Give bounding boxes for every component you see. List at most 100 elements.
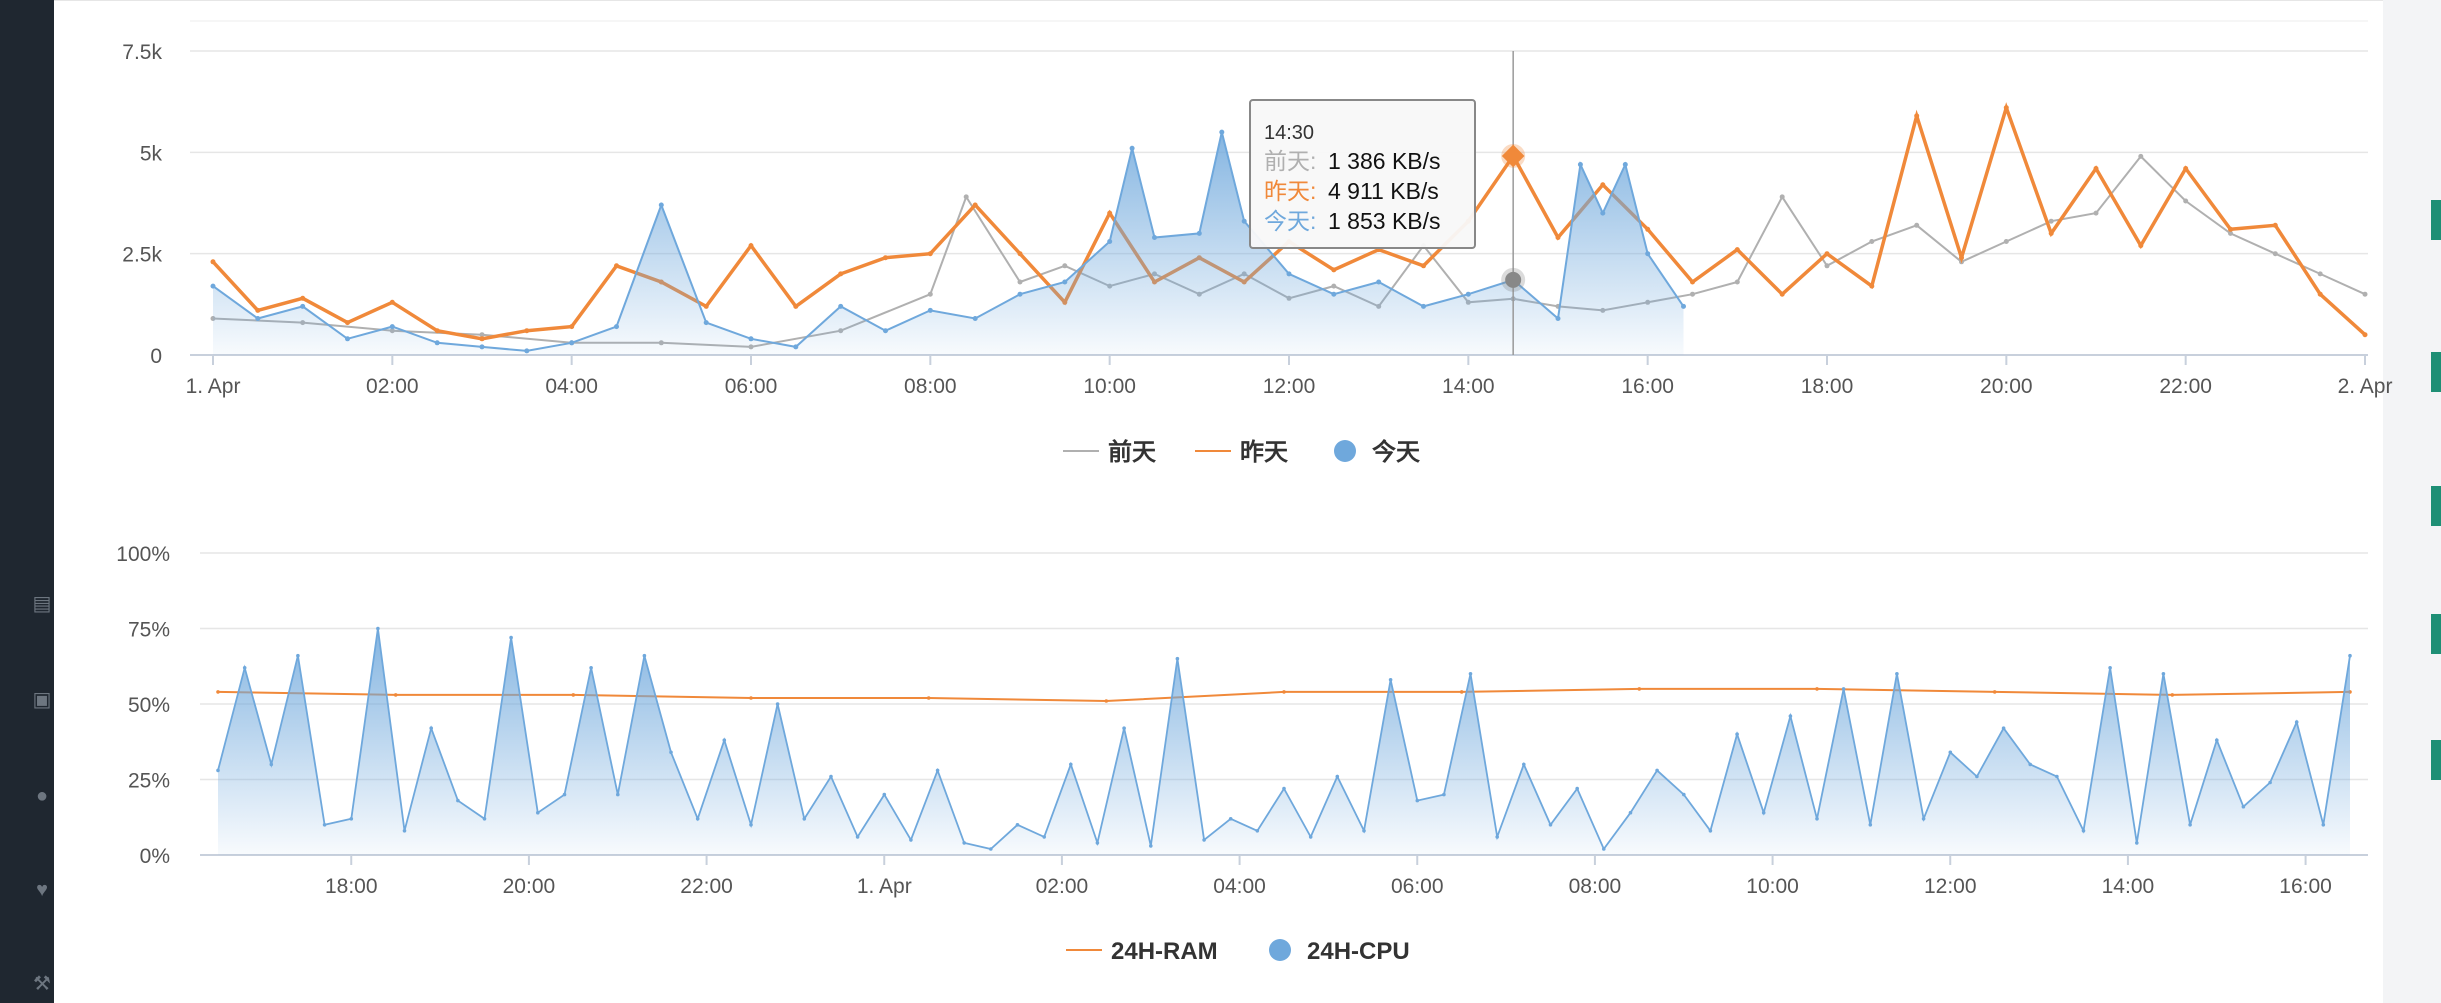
y-tick-label: 7.5k — [122, 41, 162, 64]
x-tick-label: 20:00 — [1980, 375, 2033, 398]
data-point — [2241, 804, 2246, 809]
data-point — [1017, 251, 1023, 257]
data-point — [793, 303, 799, 309]
data-point — [2317, 271, 2323, 277]
money-icon[interactable]: ▣ — [30, 688, 54, 712]
data-point — [1331, 283, 1337, 289]
y-tick-label: 0 — [150, 345, 162, 368]
data-point — [1959, 255, 1964, 261]
legend-item[interactable]: 今天 — [1334, 438, 1420, 466]
credit-card-icon[interactable]: ▤ — [30, 592, 54, 616]
chat-icon[interactable]: ● — [30, 784, 54, 808]
data-point — [1107, 210, 1113, 216]
legend: 前天 昨天 今天 — [1063, 438, 1420, 466]
data-point — [1017, 291, 1023, 297]
heart-icon[interactable]: ♥ — [30, 878, 54, 902]
legend-label: 24H-RAM — [1111, 938, 1218, 965]
data-point — [1129, 145, 1135, 151]
data-point — [571, 693, 576, 697]
data-point — [1577, 162, 1583, 167]
data-point — [2272, 251, 2278, 257]
data-point — [883, 255, 888, 261]
data-point — [1824, 263, 1830, 269]
data-point — [242, 666, 247, 670]
data-point — [1459, 690, 1464, 694]
data-point — [300, 303, 306, 309]
data-point — [2188, 823, 2192, 827]
y-tick-label: 75% — [128, 619, 170, 642]
data-point — [1104, 699, 1109, 703]
data-point — [2028, 762, 2032, 767]
x-tick-label: 06:00 — [725, 375, 778, 398]
data-point — [1869, 239, 1875, 244]
x-tick-label: 04:00 — [545, 375, 598, 398]
data-point — [589, 666, 593, 670]
data-point — [1122, 726, 1126, 730]
data-point — [909, 838, 913, 842]
legend-item[interactable]: 前天 — [1063, 438, 1156, 466]
legend-label: 今天 — [1372, 438, 1420, 466]
data-point — [642, 653, 647, 658]
data-point — [2362, 332, 2368, 338]
x-tick-label: 2. Apr — [2338, 375, 2393, 398]
data-point — [1421, 263, 1426, 269]
tooltip-series-name: 昨天 — [1264, 178, 1310, 204]
data-point — [2093, 210, 2099, 216]
data-point — [1241, 218, 1247, 224]
data-point — [1421, 303, 1426, 309]
x-tick-label: 08:00 — [1569, 875, 1622, 898]
data-point — [524, 348, 530, 354]
data-point — [1331, 267, 1337, 273]
data-point — [2108, 666, 2112, 670]
x-tick-label: 16:00 — [2279, 875, 2332, 898]
legend-label: 昨天 — [1240, 438, 1288, 466]
data-point — [2135, 841, 2139, 845]
data-point — [393, 693, 398, 697]
data-point — [2348, 653, 2352, 658]
data-point — [1202, 838, 1206, 842]
legend-symbol — [1269, 939, 1291, 961]
data-point — [1308, 835, 1313, 839]
legend-item[interactable]: 昨天 — [1195, 438, 1288, 466]
data-point — [1761, 810, 1766, 815]
data-point — [2215, 738, 2219, 742]
data-point — [1495, 835, 1499, 839]
app-sidebar — [0, 0, 54, 1003]
data-point — [2138, 153, 2144, 159]
data-point — [255, 307, 261, 313]
data-point — [1975, 774, 1979, 779]
tooltip-value: 1 386 KB/s — [1328, 148, 1441, 174]
data-point — [2003, 105, 2009, 111]
data-point — [1042, 835, 1046, 839]
data-point — [479, 336, 485, 342]
legend-item[interactable]: 24H-RAM — [1066, 938, 1218, 965]
data-point — [1992, 690, 1997, 694]
legend-label: 24H-CPU — [1307, 938, 1410, 965]
data-point — [2093, 166, 2099, 171]
data-point — [1895, 672, 1899, 676]
data-point — [748, 243, 754, 249]
data-point — [1376, 279, 1382, 285]
x-tick-label: 12:00 — [1924, 875, 1977, 898]
data-point — [748, 336, 754, 342]
data-point — [345, 320, 350, 326]
data-point — [2081, 829, 2086, 833]
data-point — [2048, 230, 2054, 236]
x-tick-label: 14:00 — [2102, 875, 2155, 898]
x-tick-label: 18:00 — [325, 875, 378, 898]
data-point — [1282, 786, 1286, 791]
legend-item[interactable]: 24H-CPU — [1269, 938, 1410, 965]
data-point — [2170, 693, 2175, 697]
data-point — [2161, 672, 2166, 676]
data-point — [216, 768, 220, 773]
data-point — [2183, 198, 2189, 204]
data-point — [1362, 829, 1366, 833]
wrench-icon[interactable]: ⚒ — [30, 972, 54, 996]
data-point — [1645, 251, 1651, 257]
data-point — [1331, 291, 1337, 297]
x-tick-label: 10:00 — [1083, 375, 1136, 398]
x-tick-label: 16:00 — [1621, 375, 1674, 398]
y-tick-label: 25% — [128, 770, 170, 793]
tooltip: 14:30前天:1 386 KB/s昨天:4 911 KB/s今天:1 853 … — [1249, 99, 1476, 249]
data-point — [2001, 726, 2006, 730]
